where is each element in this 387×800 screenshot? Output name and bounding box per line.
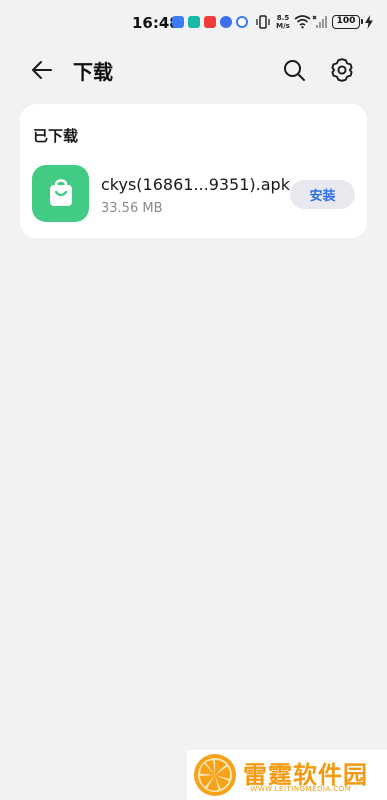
battery-icon: 100: [332, 15, 363, 29]
notification-icons: [172, 16, 248, 28]
watermark-url: · WWW.LEITINGMEDIA.COM ·: [245, 785, 357, 793]
network-speed-unit: M/s: [276, 22, 290, 30]
file-name: ckys(16861...9351).apk: [101, 175, 290, 194]
blue-circle-app-icon: [220, 16, 232, 28]
status-bar: 16:48 8.5 M/s 100: [0, 0, 387, 44]
vibrate-icon: [256, 15, 270, 29]
charging-icon: [365, 15, 373, 29]
apk-app-icon: [32, 165, 89, 222]
teal-app-icon: [188, 16, 200, 28]
wifi-icon: [294, 15, 311, 29]
downloaded-card: 已下载 ckys(16861...9351).apk 33.56 MB 安装: [20, 104, 367, 238]
page-title: 下载: [73, 60, 113, 84]
install-button[interactable]: 安装: [290, 180, 355, 209]
search-button[interactable]: [276, 52, 312, 88]
blue-app-icon: [172, 16, 184, 28]
red-app-icon: [204, 16, 216, 28]
shopping-bag-icon: [49, 178, 72, 206]
watermark-logo: 雷霆软件园 · WWW.LEITINGMEDIA.COM ·: [187, 750, 387, 800]
section-title-downloaded: 已下载: [33, 127, 79, 145]
orange-slice-icon: [194, 754, 236, 796]
search-icon: [284, 60, 305, 81]
file-size: 33.56 MB: [101, 201, 163, 216]
blue-bell-app-icon: [236, 16, 248, 28]
download-item[interactable]: ckys(16861...9351).apk 33.56 MB 安装: [20, 156, 367, 226]
settings-button[interactable]: [324, 52, 360, 88]
app-header: 下载: [0, 44, 387, 94]
network-speed: 8.5 M/s: [274, 14, 292, 30]
back-arrow-icon: [32, 61, 52, 79]
signal-icon: [312, 15, 327, 28]
gear-icon: [331, 58, 353, 82]
back-button[interactable]: [24, 52, 60, 88]
network-speed-value: 8.5: [276, 14, 290, 22]
status-right: 8.5 M/s 100: [256, 12, 384, 32]
